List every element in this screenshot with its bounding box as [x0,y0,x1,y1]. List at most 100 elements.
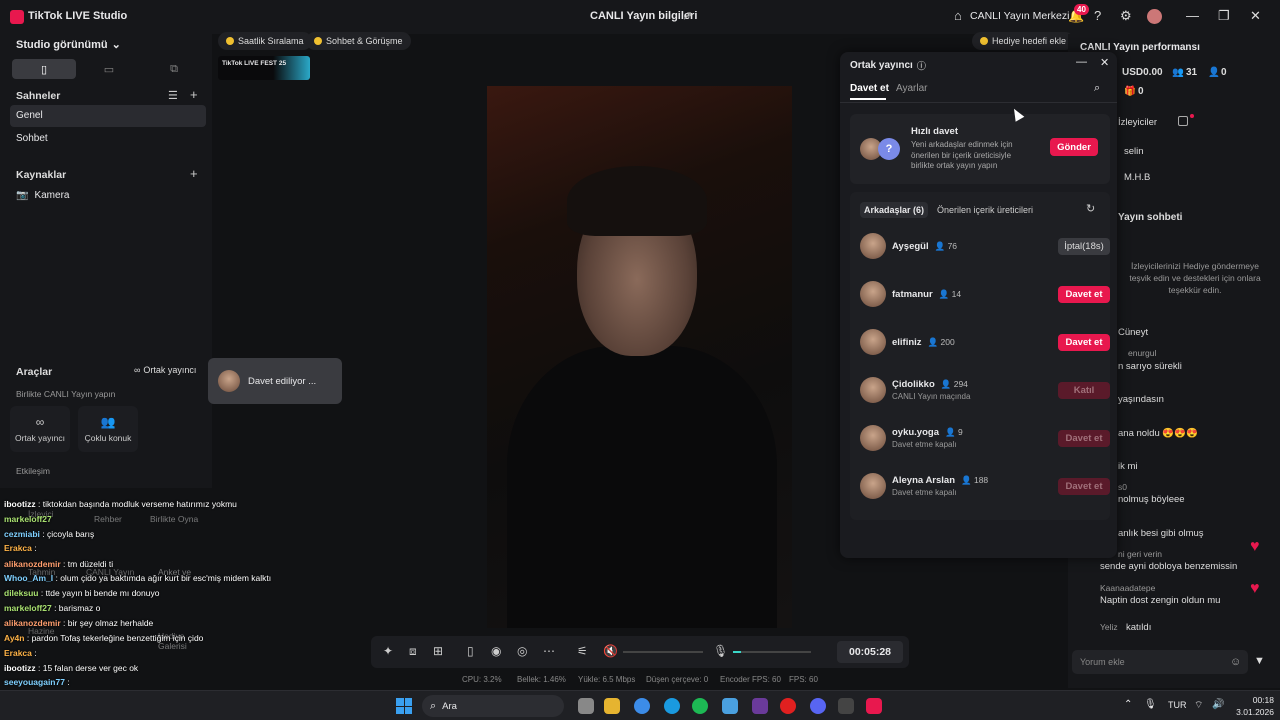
send-icon[interactable]: ▼ [1254,655,1265,667]
play-together-card[interactable]: Birlikte Oyna [150,514,198,524]
cohost-tool-card[interactable]: ∞ Ortak yayıncı [10,406,70,452]
viewers-tab[interactable]: İzleyiciler [1118,117,1157,128]
maximize-icon[interactable]: ❐ [1218,8,1230,24]
livefest-banner[interactable]: TikTok LIVE FEST 25 [218,56,310,80]
gift-goal-tag[interactable]: Hediye hedefi ekle [972,32,1075,50]
chat-username[interactable]: dileksuu [4,588,38,598]
minimize-icon[interactable]: — [1186,8,1199,23]
screen-icon[interactable]: ⊞ [433,644,443,658]
avatar[interactable] [1147,9,1162,24]
portrait-view-button[interactable]: ▯ [12,59,76,79]
avatar[interactable] [860,233,886,259]
close-icon[interactable]: ✕ [1250,8,1261,24]
add-source-icon[interactable]: + [190,166,198,181]
cohost-link[interactable]: ∞ Ortak yayıncı [134,365,196,375]
source-item-camera[interactable]: 📷 Kamera [16,190,69,201]
chat-username[interactable]: Erakca [4,543,32,553]
discord-icon[interactable] [810,698,826,714]
chat-meeting-tag[interactable]: Sohbet & Görüşme [306,32,411,50]
tab-friends[interactable]: Arkadaşlar (6) [860,202,929,218]
minimize-icon[interactable]: — [1076,56,1087,68]
chat-username[interactable]: Whoo_Am_I [4,573,53,583]
wifi-icon[interactable]: ⌔ [1194,699,1203,712]
help-icon[interactable]: ⓘ [917,59,926,72]
app-icon[interactable] [838,698,854,714]
chat-username[interactable]: ibootizz [4,499,36,509]
spotify-icon[interactable] [692,698,708,714]
chat-username[interactable]: Ay4n [4,633,24,643]
close-icon[interactable]: ✕ [1100,56,1109,69]
chat-username[interactable]: seeyouagain77 [4,677,65,687]
chat-username[interactable]: markeloff27 [4,514,52,524]
camera-effect-icon[interactable]: ◎ [517,644,527,658]
hourly-ranking-tag[interactable]: Saatlik Sıralama [218,32,312,50]
viewer-item[interactable]: selin [1124,146,1144,157]
file-explorer-icon[interactable] [604,698,620,714]
guide-card[interactable]: Rehber [94,514,122,524]
windows-start-icon[interactable] [396,698,412,714]
invite-button[interactable]: Davet et [1058,285,1110,303]
volume-icon[interactable]: 🔊 [1212,699,1224,710]
landscape-view-button[interactable]: ▭ [77,59,141,79]
avatar[interactable] [860,473,886,499]
send-invite-button[interactable]: Gönder [1050,138,1098,156]
help-icon[interactable]: ? [1094,8,1101,23]
avatar[interactable] [860,377,886,403]
list-icon[interactable]: ☰ [168,89,178,102]
chat-username[interactable]: alikanozdemir [4,559,61,569]
magic-icon[interactable]: ✦ [383,644,393,658]
more-icon[interactable]: ⋯ [543,644,555,658]
search-icon[interactable]: ⌕ [1094,82,1100,95]
multi-view-button[interactable]: ⧉ [142,59,206,79]
app-icon[interactable] [722,698,738,714]
mic-icon[interactable]: 🎙 [713,644,728,658]
comment-input[interactable]: Yorum ekle [1072,650,1248,674]
mic-slider[interactable] [733,651,811,653]
viewer-item[interactable]: M.H.B [1124,172,1150,183]
app-icon[interactable] [752,698,768,714]
scene-item-sohbet[interactable]: Sohbet [10,128,206,150]
volume-slider[interactable] [623,651,703,653]
chat-username[interactable]: cezmiabi [4,529,40,539]
taskbar-search[interactable]: ⌕ Ara [422,695,564,717]
avatar[interactable] [860,425,886,451]
invite-button[interactable]: Davet et [1058,429,1110,447]
invite-button[interactable]: Davet et [1058,477,1110,495]
tab-settings[interactable]: Ayarlar [896,83,928,94]
chat-username[interactable]: markeloff27 [4,603,52,613]
share-icon[interactable]: ↗ [682,8,693,24]
clock-time[interactable]: 00:18 [1232,695,1274,705]
cancel-invite-button[interactable]: İptal(18s) [1058,237,1110,255]
opera-icon[interactable] [780,698,796,714]
tab-invite[interactable]: Davet et [850,83,889,94]
refresh-icon[interactable]: ↻ [1086,202,1095,215]
chat-username[interactable]: Erakca [4,648,32,658]
mic-icon[interactable]: 🎙 [1144,699,1157,710]
layout-icon[interactable]: ⧈ [409,644,417,659]
invite-button[interactable]: Katıl [1058,381,1110,399]
avatar[interactable] [860,329,886,355]
chrome-icon[interactable] [634,698,650,714]
gear-icon[interactable]: ⚙ [1120,8,1132,24]
add-scene-icon[interactable]: + [190,87,198,102]
speaker-muted-icon[interactable]: 🔇 [603,644,618,658]
scene-item-genel[interactable]: Genel [10,105,206,127]
avatar[interactable] [860,281,886,307]
chevron-up-icon[interactable]: ⌃ [1124,699,1132,710]
multi-guest-tool-card[interactable]: 👥 Çoklu konuk [78,406,138,452]
chat-username[interactable]: alikanozdemir [4,618,61,628]
tab-suggested[interactable]: Önerilen içerik üreticileri [937,205,1033,215]
tiktok-taskbar-icon[interactable] [866,698,882,714]
record-icon[interactable]: ◉ [491,644,501,658]
chat-username[interactable]: ibootizz [4,663,36,673]
phone-icon[interactable]: ▯ [467,644,474,658]
studio-view-dropdown[interactable]: Studio görünümü ⌄ [16,38,121,52]
invite-button[interactable]: Davet et [1058,333,1110,351]
settings-sliders-icon[interactable]: ⚟ [577,644,588,658]
language-indicator[interactable]: TUR [1168,700,1187,710]
clock-date[interactable]: 3.01.2026 [1226,707,1274,717]
live-center-link[interactable]: CANLI Yayın Merkezi [970,10,1069,22]
list-icon[interactable] [1178,116,1188,126]
emoji-icon[interactable]: ☺ [1230,656,1241,668]
edge-icon[interactable] [664,698,680,714]
